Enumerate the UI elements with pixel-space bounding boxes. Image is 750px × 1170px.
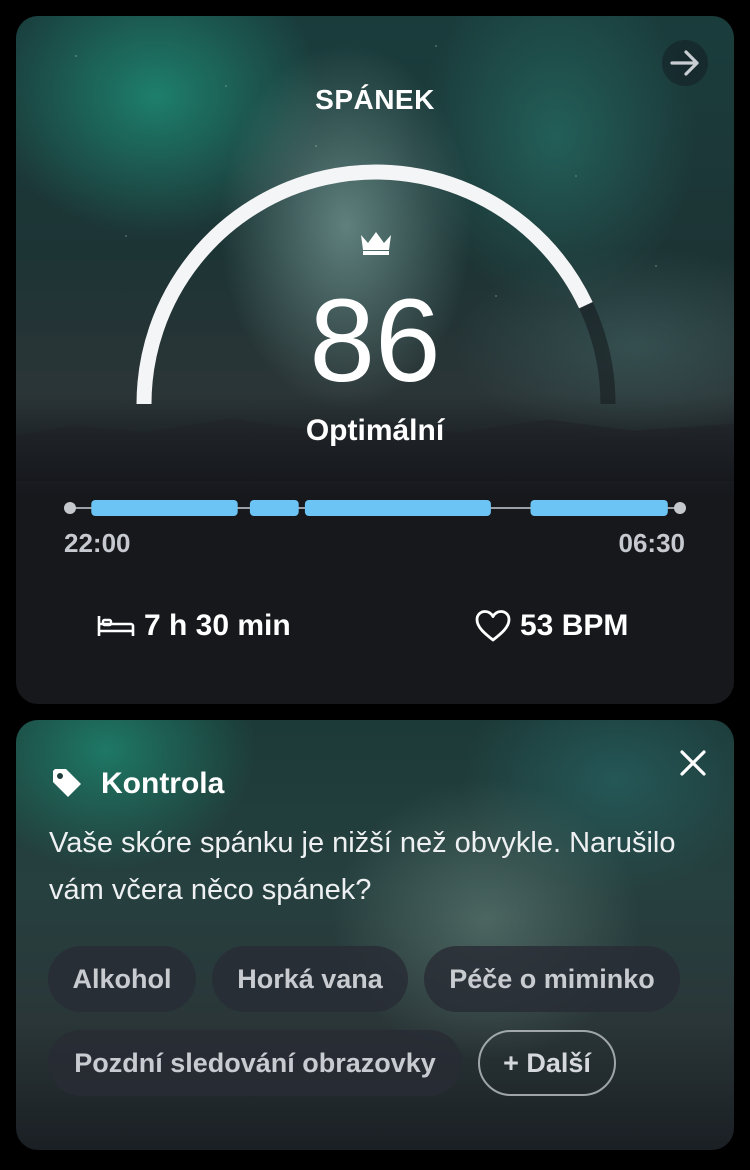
timeline-end-time: 06:30 [618,528,686,558]
sleep-duration-value: 7 h 30 min [144,609,291,642]
sleep-card[interactable]: SPÁNEK 86 Optimální 22:00 06:30 7 h 30 m… [16,16,734,704]
close-button[interactable] [676,746,710,780]
more-chips-button[interactable]: + Další [478,1030,616,1096]
crown-icon [361,232,391,255]
timeline-end-dot [674,502,686,514]
sleep-segment [249,500,299,516]
close-icon [680,750,706,776]
heart-icon [475,610,511,642]
bed-icon [97,616,135,636]
sleep-duration: 7 h 30 min [96,609,291,643]
tag-icon [53,769,81,797]
chip-alkohol[interactable]: Alkohol [48,946,196,1012]
sleep-score: 86 [309,275,441,407]
timeline-start-dot [64,502,76,514]
chip-late-screen-time[interactable]: Pozdní sledování obrazovky [48,1030,462,1096]
score-status: Optimální [305,414,445,447]
checkin-title: Kontrola [101,767,225,800]
sleep-segment [91,500,238,516]
sleep-segment [304,500,491,516]
sleep-segment [530,500,668,516]
chip-hot-bath[interactable]: Horká vana [212,946,408,1012]
heart-rate-value: 53 BPM [520,609,629,642]
timeline-start-time: 22:00 [64,528,131,558]
checkin-card: Kontrola Vaše skóre spánku je nižší než … [16,720,734,1150]
heart-rate: 53 BPM [474,609,628,643]
checkin-message: Vaše skóre spánku je nižší než obvykle. … [49,827,676,906]
chip-baby-care[interactable]: Péče o miminko [424,946,680,1012]
